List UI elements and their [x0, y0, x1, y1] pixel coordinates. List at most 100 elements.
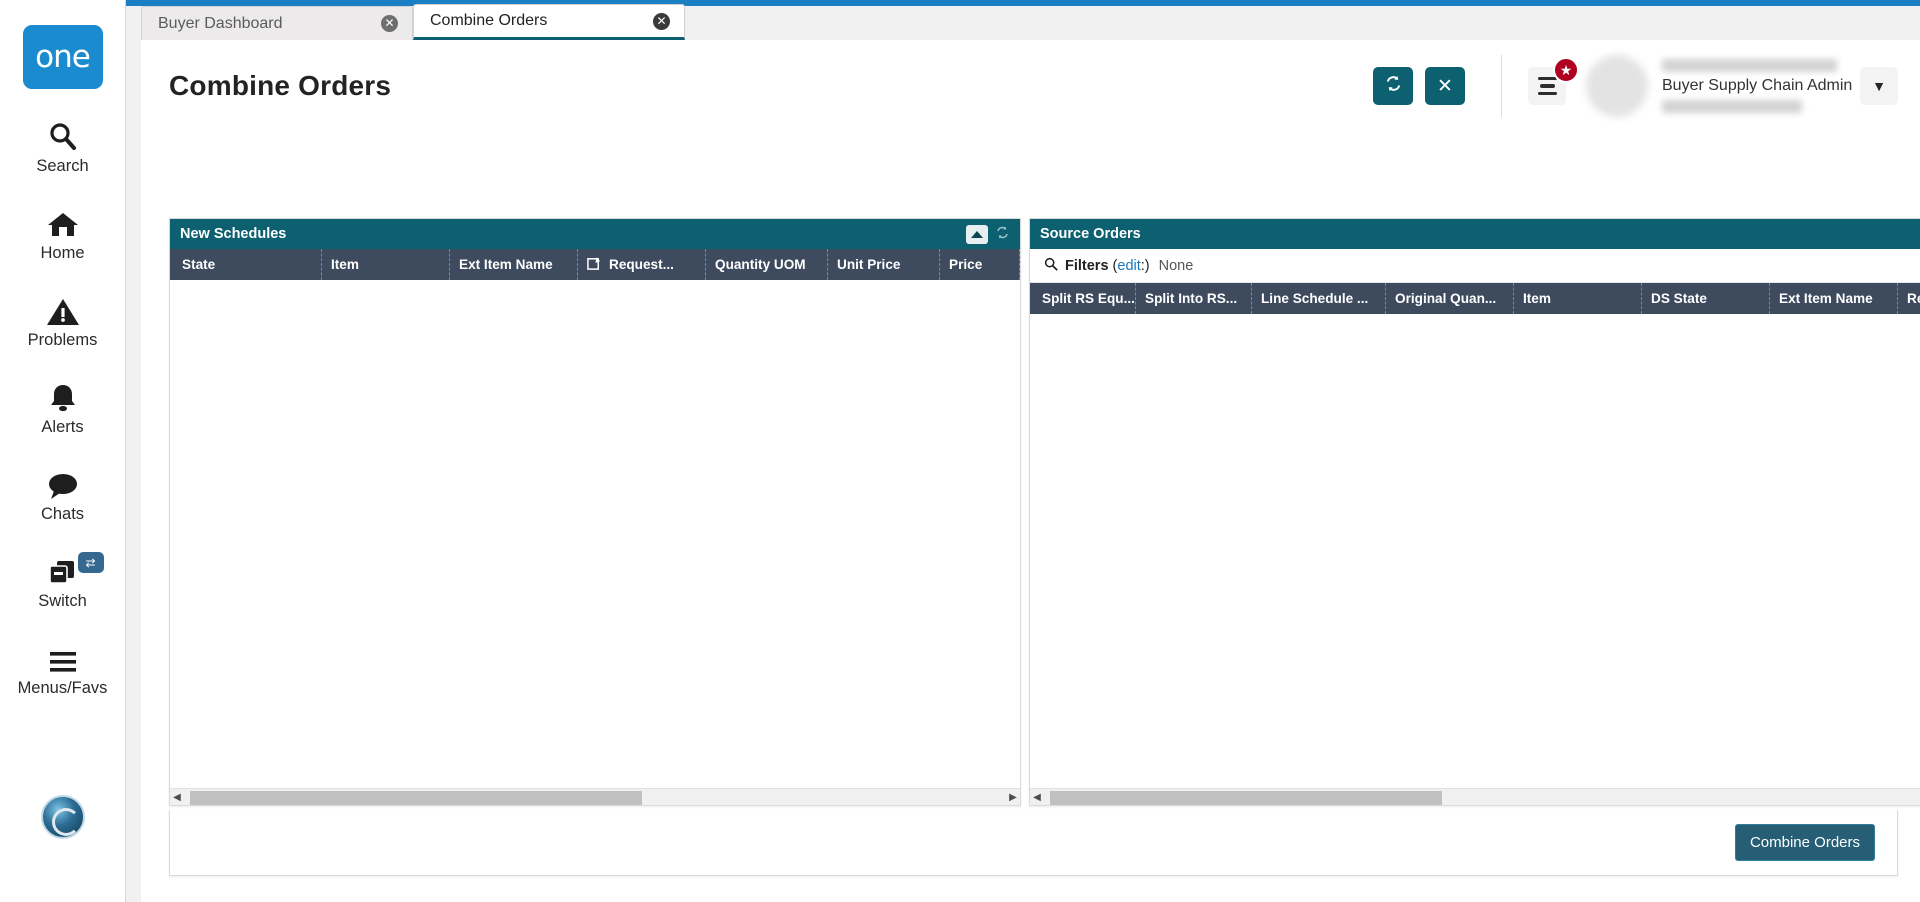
column-header-state[interactable]: State	[170, 249, 322, 280]
sidebar-item-label: Search	[36, 157, 89, 175]
column-label: Request...	[609, 257, 674, 272]
warning-icon	[46, 289, 80, 327]
page-card: Combine Orders ✕ ★ Buyer Supply Chain Ad…	[141, 40, 1920, 902]
collapse-up-icon[interactable]	[966, 224, 988, 244]
scroll-left-icon[interactable]: ◀	[1030, 792, 1044, 803]
user-details: Buyer Supply Chain Admin	[1662, 59, 1853, 113]
home-icon	[46, 202, 80, 240]
column-header-requested[interactable]: Reques	[1898, 283, 1920, 314]
column-header-ext-item-name[interactable]: Ext Item Name	[1770, 283, 1898, 314]
star-icon: ★	[1553, 57, 1579, 83]
column-label: Ext Item Name	[1779, 291, 1873, 306]
column-header-price[interactable]: Price	[940, 249, 1020, 280]
source-orders-panel: Source Orders Filters (edit:) None Split…	[1029, 218, 1920, 806]
sidebar-item-label: Home	[40, 244, 85, 262]
column-header-split-rs-equ[interactable]: Split RS Equ...	[1030, 283, 1136, 314]
combine-orders-button[interactable]: Combine Orders	[1734, 824, 1875, 861]
column-label: Line Schedule ...	[1261, 291, 1369, 306]
filters-edit-link[interactable]: edit	[1117, 258, 1140, 274]
page-title: Combine Orders	[169, 70, 392, 101]
sidebar-item-alerts[interactable]: Alerts	[0, 376, 126, 437]
sidebar-user-avatar[interactable]	[40, 795, 85, 839]
tab-label: Combine Orders	[430, 12, 548, 29]
column-header-split-into-rs[interactable]: Split Into RS...	[1136, 283, 1252, 314]
footer-action-bar: Combine Orders	[169, 810, 1898, 876]
new-schedules-panel: New Schedules State Item Ext Item Name R…	[169, 218, 1021, 806]
column-label: Split RS Equ...	[1042, 291, 1135, 306]
tab-combine-orders[interactable]: Combine Orders ✕	[413, 4, 685, 40]
app-logo[interactable]: one	[22, 25, 103, 89]
column-label: Item	[331, 257, 359, 272]
close-circle-icon[interactable]: ✕	[381, 15, 398, 32]
panel-title: New Schedules	[180, 226, 287, 242]
new-schedules-column-headers: State Item Ext Item Name Request... Quan…	[170, 249, 1020, 280]
column-header-ds-state[interactable]: DS State	[1642, 283, 1770, 314]
close-x-icon: ✕	[1437, 75, 1453, 97]
refresh-icon[interactable]	[995, 225, 1010, 244]
sidebar-item-chats[interactable]: Chats	[0, 463, 126, 524]
refresh-button[interactable]	[1373, 67, 1413, 105]
bell-icon	[47, 376, 79, 414]
sidebar-item-menus-favs[interactable]: Menus/Favs	[0, 637, 126, 698]
source-orders-hscrollbar[interactable]: ◀ ▶	[1030, 788, 1920, 805]
source-orders-filters-bar: Filters (edit:) None	[1030, 249, 1920, 283]
edit-pencil-icon	[587, 256, 602, 274]
sidebar-item-home[interactable]: Home	[0, 202, 126, 263]
tab-buyer-dashboard[interactable]: Buyer Dashboard ✕	[141, 6, 413, 40]
column-header-original-quantity[interactable]: Original Quan...	[1386, 283, 1514, 314]
main-area: Buyer Dashboard ✕ Combine Orders ✕ Combi…	[126, 0, 1920, 902]
column-label: Quantity UOM	[715, 257, 806, 272]
user-name-redacted	[1662, 59, 1837, 72]
column-header-unit-price[interactable]: Unit Price	[828, 249, 940, 280]
header-menu-button[interactable]: ★	[1528, 57, 1579, 105]
user-profile[interactable]: Buyer Supply Chain Admin ▼	[1586, 55, 1920, 117]
hamburger-icon	[47, 637, 79, 675]
chat-bubble-icon	[46, 463, 80, 501]
tab-label: Buyer Dashboard	[158, 14, 283, 32]
source-orders-grid-body	[1030, 314, 1920, 788]
panels-container: New Schedules State Item Ext Item Name R…	[169, 218, 1920, 806]
scroll-track[interactable]	[1044, 790, 1920, 805]
scroll-track[interactable]	[184, 790, 1006, 805]
source-orders-panel-header: Source Orders	[1030, 219, 1920, 249]
header-actions: ✕ ★ Buyer Supply Chain Admin ▼	[1361, 55, 1920, 117]
left-sidebar: one Search Home Problems Alerts Chats ⇄ …	[0, 0, 126, 902]
column-header-item[interactable]: Item	[1514, 283, 1642, 314]
column-header-item[interactable]: Item	[322, 249, 450, 280]
column-label: Price	[949, 257, 983, 272]
windows-stack-icon	[46, 550, 80, 588]
column-label: DS State	[1651, 291, 1707, 306]
sidebar-item-problems[interactable]: Problems	[0, 289, 126, 350]
sidebar-item-switch[interactable]: ⇄ Switch	[0, 550, 126, 611]
close-circle-icon[interactable]: ✕	[653, 12, 670, 30]
swap-arrows-icon[interactable]: ⇄	[77, 552, 104, 573]
new-schedules-hscrollbar[interactable]: ◀ ▶	[170, 788, 1020, 805]
panel-title: Source Orders	[1040, 226, 1141, 242]
column-label: Unit Price	[837, 257, 901, 272]
sidebar-item-label: Switch	[38, 592, 87, 610]
sidebar-item-label: Menus/Favs	[17, 679, 108, 697]
sidebar-item-label: Chats	[40, 505, 85, 523]
search-icon	[1044, 257, 1058, 274]
column-label: Original Quan...	[1395, 291, 1497, 306]
filters-value: None	[1158, 257, 1194, 274]
new-schedules-grid-body	[170, 280, 1020, 788]
app-logo-text: one	[35, 39, 91, 75]
column-header-line-schedule[interactable]: Line Schedule ...	[1252, 283, 1386, 314]
refresh-icon	[1384, 74, 1403, 99]
column-label: Item	[1523, 291, 1551, 306]
column-label: Reques	[1907, 291, 1920, 306]
source-orders-column-headers: Split RS Equ... Split Into RS... Line Sc…	[1030, 283, 1920, 314]
column-header-quantity-uom[interactable]: Quantity UOM	[706, 249, 828, 280]
chevron-down-icon[interactable]: ▼	[1860, 67, 1898, 105]
column-header-ext-item-name[interactable]: Ext Item Name	[450, 249, 578, 280]
column-header-request[interactable]: Request...	[578, 249, 706, 280]
scroll-right-icon[interactable]: ▶	[1006, 792, 1020, 803]
scroll-thumb[interactable]	[190, 790, 642, 805]
scroll-left-icon[interactable]: ◀	[170, 792, 184, 803]
scroll-thumb[interactable]	[1050, 790, 1442, 805]
close-page-button[interactable]: ✕	[1425, 67, 1465, 105]
sidebar-item-search[interactable]: Search	[0, 115, 126, 176]
panel-tools	[966, 224, 1014, 244]
user-role: Buyer Supply Chain Admin	[1662, 77, 1853, 94]
